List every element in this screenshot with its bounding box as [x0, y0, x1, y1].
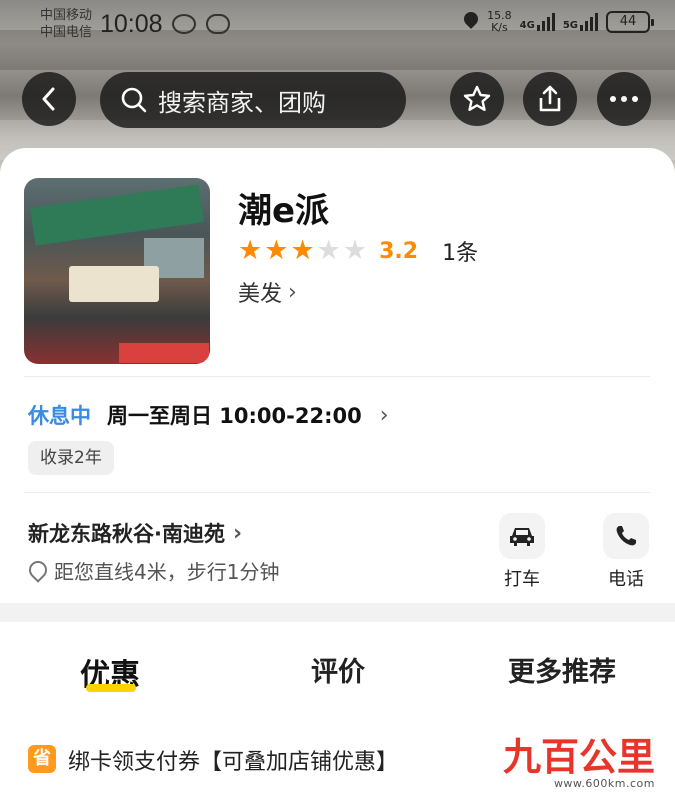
rating-score: 3.2: [379, 238, 419, 264]
shop-photo[interactable]: [24, 178, 210, 364]
carrier-2: 中国电信: [40, 25, 93, 40]
speedometer-icon: [172, 14, 196, 34]
share-icon: [539, 85, 561, 112]
network-speed-unit: K/s: [491, 21, 508, 34]
rating-star-icon: ★: [342, 235, 368, 266]
search-icon: [121, 87, 147, 113]
rating-star-icon: ★: [290, 235, 315, 266]
content-tabs: 优惠 评价 更多推荐: [0, 622, 675, 722]
phone-icon: [603, 513, 649, 559]
save-badge-icon: 省: [28, 745, 56, 773]
active-tab-indicator: [86, 684, 136, 692]
rating-star-icon: ★: [264, 235, 289, 266]
watermark-logo: 九百公里: [502, 735, 655, 779]
eye-icon: [206, 14, 230, 34]
divider: [24, 492, 650, 493]
shop-category-label: 美发: [238, 282, 283, 307]
carrier-1: 中国移动: [40, 8, 93, 23]
search-placeholder: 搜索商家、团购: [158, 88, 326, 117]
back-icon: [42, 87, 55, 111]
business-hours[interactable]: 休息中 周一至周日 10:00-22:00 ›: [28, 400, 389, 430]
phone-label: 电话: [608, 569, 644, 590]
tab-reviews[interactable]: 评价: [311, 650, 365, 689]
battery-icon: 44: [606, 11, 654, 33]
car-icon: [499, 513, 545, 559]
status-time: 10:08: [100, 10, 163, 38]
back-button[interactable]: [22, 72, 76, 126]
distance-text: 距您直线4米，步行1分钟: [54, 560, 280, 584]
location-icon: [463, 12, 479, 32]
share-button[interactable]: [523, 72, 577, 126]
divider: [24, 376, 650, 377]
promo-text: 绑卡领支付券【可叠加店铺优惠】: [68, 750, 399, 775]
top-nav: 搜索商家、团购: [0, 72, 675, 128]
signal-4g: 4G: [520, 13, 555, 31]
network-speed: 15.8 K/s: [487, 10, 512, 34]
signal-5g-label: 5G: [562, 20, 578, 31]
rating-star-icon: ★: [238, 235, 263, 266]
status-right-group: 15.8 K/s 4G 5G 44: [463, 10, 654, 34]
open-status: 休息中: [28, 404, 91, 428]
status-bar: 中国移动 中国电信 10:08 15.8 K/s 4G 5G 44: [0, 0, 675, 50]
star-icon: [463, 85, 491, 111]
taxi-label: 打车: [504, 569, 540, 590]
search-input[interactable]: 搜索商家、团购: [100, 72, 406, 128]
shop-info-card: 潮e派 ★ ★ ★ ★ ★ 3.2 1条 美发 › 休息中 周一至周日 10:0…: [0, 148, 675, 603]
chevron-right-icon: ›: [288, 279, 297, 305]
more-icon: [610, 96, 638, 102]
signal-bars-icon: [536, 13, 555, 31]
rating-star-icon: ★: [316, 235, 341, 266]
listed-duration-badge: 收录2年: [28, 441, 114, 475]
shop-address[interactable]: 新龙东路秋谷·南迪苑 ›: [28, 518, 242, 548]
chevron-right-icon: ›: [379, 402, 389, 428]
signal-bars-icon: [580, 13, 598, 31]
status-notification-icons: [172, 14, 230, 34]
carrier-info: 中国移动 中国电信: [40, 7, 92, 41]
favorite-button[interactable]: [450, 72, 504, 126]
shop-name: 潮e派: [238, 191, 330, 231]
shop-category[interactable]: 美发 ›: [238, 276, 297, 308]
chevron-right-icon: ›: [232, 520, 243, 546]
taxi-button[interactable]: 打车: [492, 513, 552, 591]
shop-rating[interactable]: ★ ★ ★ ★ ★ 3.2 1条: [238, 235, 478, 267]
signal-4g-label: 4G: [519, 20, 535, 31]
phone-button[interactable]: 电话: [596, 513, 656, 591]
review-count: 1条: [442, 241, 479, 266]
tab-more-recommendations[interactable]: 更多推荐: [508, 650, 616, 689]
watermark: 九百公里 www.600km.com: [503, 737, 655, 790]
shop-address-text: 新龙东路秋谷·南迪苑: [28, 522, 225, 546]
location-pin-icon: [28, 560, 46, 582]
hours-text: 周一至周日 10:00-22:00: [107, 404, 362, 428]
distance-info: 距您直线4米，步行1分钟: [28, 556, 279, 585]
more-button[interactable]: [597, 72, 651, 126]
signal-5g: 5G: [563, 13, 598, 31]
